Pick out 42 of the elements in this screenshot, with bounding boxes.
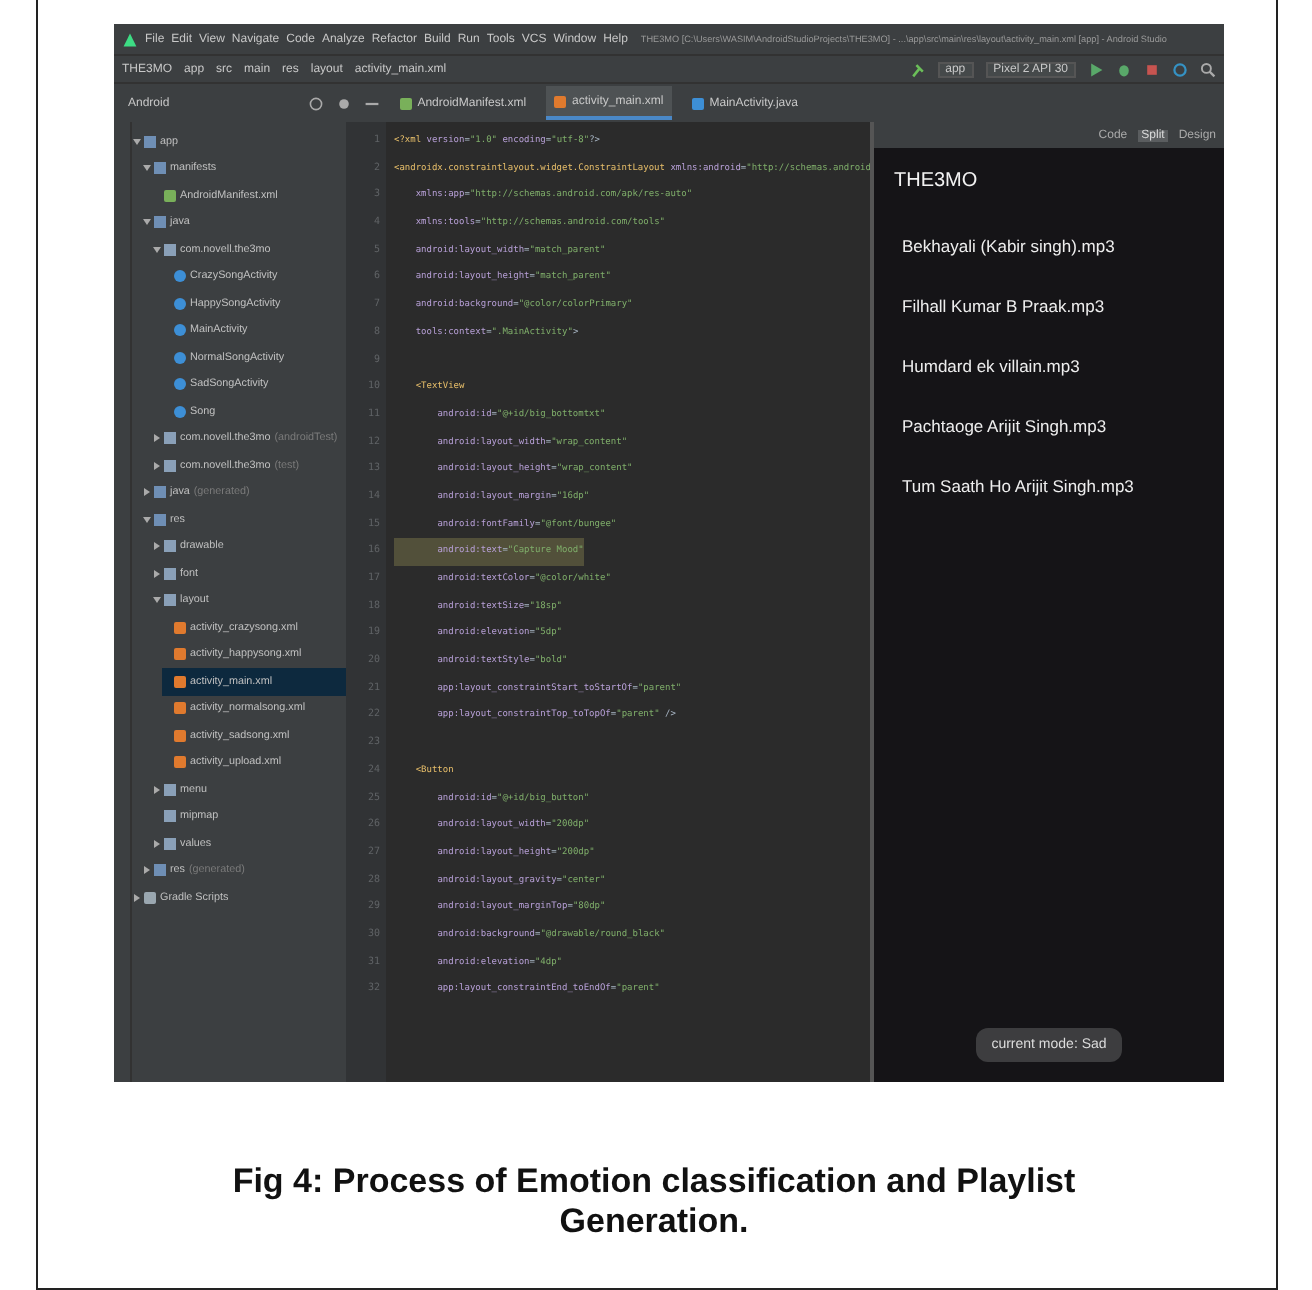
folder-icon [164, 243, 176, 256]
layout-file-icon [174, 675, 186, 688]
folder-icon [164, 594, 176, 607]
folder-icon [164, 810, 176, 823]
target-icon[interactable] [307, 95, 324, 111]
android-studio-logo-icon [122, 31, 138, 47]
manifest-file-icon [164, 189, 176, 202]
layout-file-icon [174, 729, 186, 742]
folder-icon [154, 486, 166, 499]
class-icon [174, 270, 186, 283]
class-icon [174, 378, 186, 391]
folder-icon [154, 162, 166, 175]
stop-icon[interactable] [1144, 61, 1160, 77]
track-title[interactable]: Tum Saath Ho Arijit Singh.mp3 [902, 476, 1134, 496]
folder-icon [164, 567, 176, 580]
track-title[interactable]: Humdard ek villain.mp3 [902, 356, 1080, 376]
folder-icon [144, 135, 156, 148]
hammer-icon[interactable] [909, 61, 926, 77]
class-icon [174, 324, 186, 337]
layout-file-icon [174, 756, 186, 769]
search-icon[interactable] [1200, 61, 1216, 77]
layout-file-icon [174, 702, 186, 715]
folder-icon [164, 540, 176, 553]
folder-icon [164, 459, 176, 472]
class-icon [174, 297, 186, 310]
layout-file-icon [174, 621, 186, 634]
gradle-icon [144, 891, 156, 904]
track-title[interactable]: Filhall Kumar B Praak.mp3 [902, 296, 1105, 316]
layout-file-icon [174, 648, 186, 661]
track-title[interactable]: Bekhayali (Kabir singh).mp3 [902, 236, 1115, 256]
folder-icon [154, 513, 166, 526]
figure-caption: Fig 4: Process of Emotion classification and Playlist Generation. [230, 1162, 1078, 1244]
class-icon [174, 405, 186, 418]
track-title[interactable]: Pachtaoge Arijit Singh.mp3 [902, 416, 1107, 436]
folder-icon [154, 216, 166, 229]
folder-icon [154, 864, 166, 877]
folder-icon [164, 783, 176, 796]
folder-icon [164, 837, 176, 850]
play-icon[interactable] [1088, 61, 1104, 77]
class-icon [174, 351, 186, 364]
folder-icon [164, 432, 176, 445]
app-title: THE3MO [894, 170, 980, 192]
